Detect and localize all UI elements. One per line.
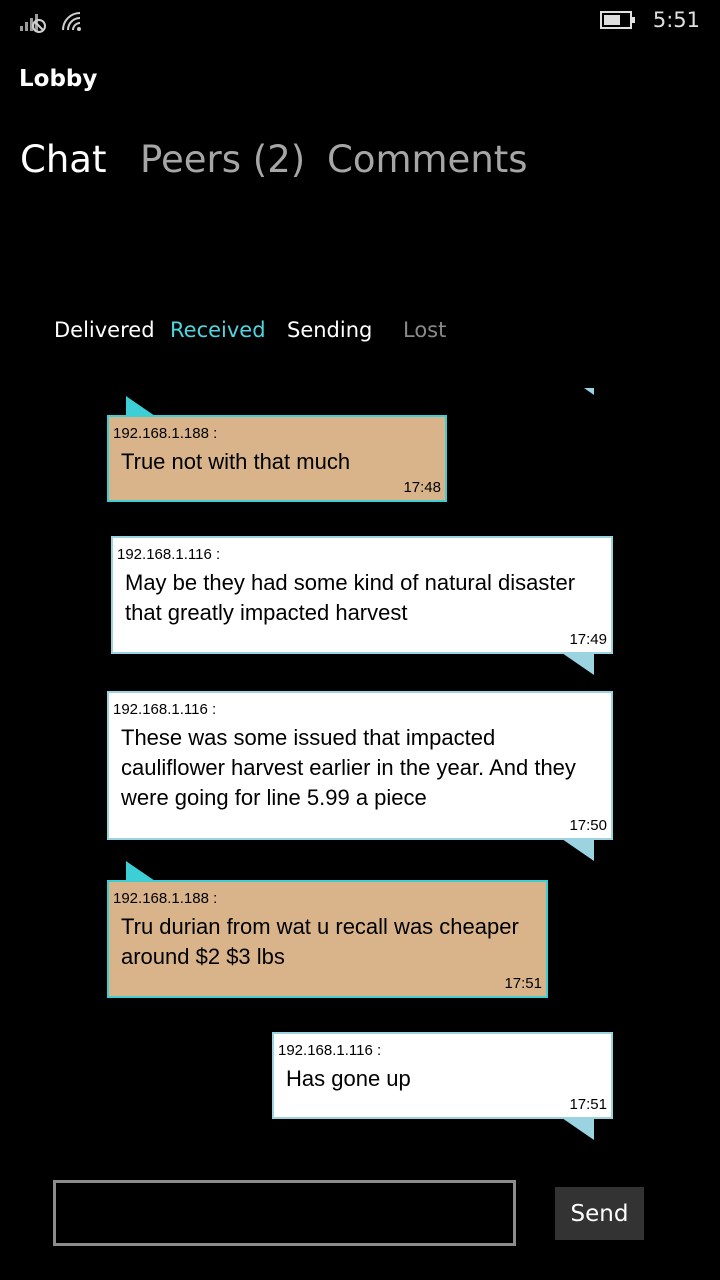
bubble-tail xyxy=(562,653,594,675)
message-input[interactable] xyxy=(53,1180,516,1246)
message-line: cauliflower harvest earlier in the year.… xyxy=(121,755,576,780)
pivot-tabs: Chat Peers (2) Comments xyxy=(0,138,720,190)
message-line: Has gone up xyxy=(286,1066,411,1091)
message-time: 17:51 xyxy=(569,1096,607,1113)
message-text: These was some issued that impacted caul… xyxy=(121,723,605,813)
chat-message[interactable]: 192.168.1.116 : These was some issued th… xyxy=(107,691,613,840)
message-sender: 192.168.1.188 : xyxy=(113,425,218,442)
battery-icon xyxy=(600,11,635,29)
message-time: 17:49 xyxy=(569,631,607,648)
message-line: that greatly impacted harvest xyxy=(125,600,408,625)
clock: 5:51 xyxy=(652,8,700,32)
legend-sending: Sending xyxy=(287,318,373,342)
chat-message[interactable]: 192.168.1.116 : May be they had some kin… xyxy=(111,536,613,654)
message-line: These was some issued that impacted xyxy=(121,725,496,750)
status-legend: Delivered Received Sending Lost xyxy=(0,318,720,348)
chat-message[interactable]: 192.168.1.116 : Has gone up 17:51 xyxy=(272,1032,613,1119)
message-sender: 192.168.1.116 : xyxy=(113,701,217,718)
message-text: Tru durian from wat u recall was cheaper… xyxy=(121,912,540,972)
wifi-icon xyxy=(62,12,81,31)
send-button[interactable]: Send xyxy=(555,1187,644,1240)
legend-lost: Lost xyxy=(403,318,447,342)
tab-peers[interactable]: Peers (2) xyxy=(140,138,305,181)
tab-chat[interactable]: Chat xyxy=(20,138,106,181)
message-line: May be they had some kind of natural dis… xyxy=(125,570,576,595)
message-time: 17:50 xyxy=(569,817,607,834)
tab-comments[interactable]: Comments xyxy=(327,138,528,181)
message-time: 17:51 xyxy=(504,975,542,992)
signal-bars-icon xyxy=(20,14,46,33)
legend-delivered: Delivered xyxy=(54,318,155,342)
status-bar: 5:51 xyxy=(0,0,720,44)
chat-message[interactable]: 192.168.1.188 : Tru durian from wat u re… xyxy=(107,880,548,998)
message-time: 17:48 xyxy=(403,479,441,496)
message-sender: 192.168.1.188 : xyxy=(113,890,218,907)
message-text: May be they had some kind of natural dis… xyxy=(125,568,605,628)
bubble-tail xyxy=(562,839,594,861)
chat-message[interactable]: 192.168.1.188 : True not with that much … xyxy=(107,415,447,502)
app-title: Lobby xyxy=(19,66,98,92)
message-line: were going for line 5.99 a piece xyxy=(121,785,427,810)
message-text: True not with that much xyxy=(121,447,439,477)
message-line: Tru durian from wat u recall was cheaper xyxy=(121,914,519,939)
bubble-tail-partial xyxy=(584,388,594,395)
bubble-tail xyxy=(562,1118,594,1140)
message-sender: 192.168.1.116 : xyxy=(117,546,221,563)
message-line: around $2 $3 lbs xyxy=(121,944,285,969)
message-line: True not with that much xyxy=(121,449,351,474)
legend-received: Received xyxy=(170,318,266,342)
message-sender: 192.168.1.116 : xyxy=(278,1042,382,1059)
message-text: Has gone up xyxy=(286,1064,605,1094)
